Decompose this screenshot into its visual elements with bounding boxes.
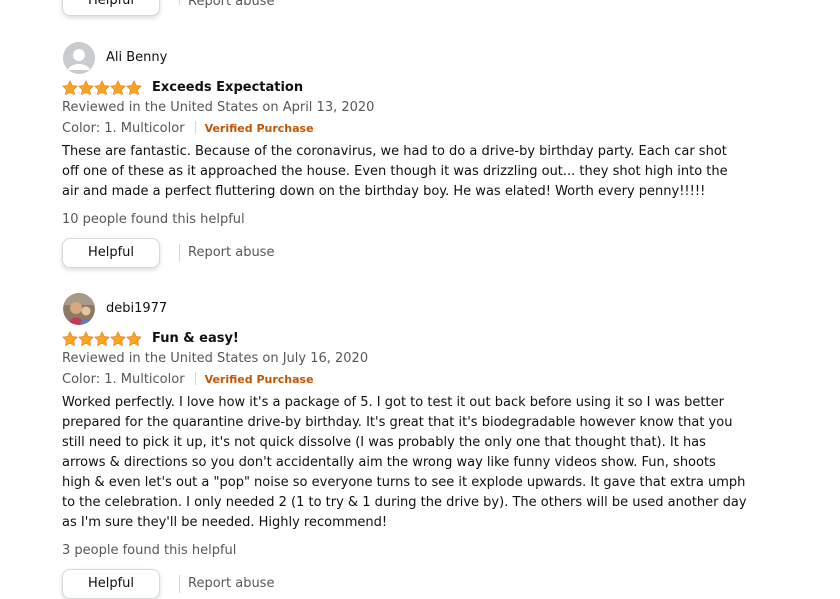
color-variant[interactable]: Color: 1. Multicolor — [62, 121, 185, 136]
verified-purchase-badge: Verified Purchase — [204, 373, 314, 386]
star-icon — [78, 331, 94, 347]
review-date: Reviewed in the United States on April 1… — [62, 100, 375, 115]
helpful-button[interactable]: Helpful — [62, 569, 160, 599]
star-rating[interactable] — [62, 80, 142, 96]
review-date: Reviewed in the United States on July 16… — [62, 351, 369, 366]
star-icon — [78, 80, 94, 96]
review-title[interactable]: Exceeds Expectation — [152, 80, 303, 95]
review-format: Color: 1. Multicolor Verified Purchase — [62, 372, 314, 387]
review-format: Color: 1. Multicolor Verified Purchase — [62, 121, 314, 136]
report-abuse-link[interactable]: Report abuse — [188, 0, 274, 9]
review-body: Worked perfectly. I love how it's a pack… — [62, 395, 747, 530]
star-icon — [62, 80, 78, 96]
helpful-button[interactable]: Helpful — [62, 238, 160, 268]
report-abuse-link[interactable]: Report abuse — [188, 576, 274, 591]
report-abuse-link[interactable]: Report abuse — [188, 245, 274, 260]
star-icon — [110, 331, 126, 347]
review-body: These are fantastic. Because of the coro… — [62, 144, 728, 199]
action-divider — [179, 244, 180, 262]
star-icon — [94, 80, 110, 96]
helpful-count: 3 people found this helpful — [62, 543, 237, 558]
avatar — [63, 293, 95, 325]
helpful-count: 10 people found this helpful — [62, 212, 245, 227]
star-icon — [126, 80, 142, 96]
star-icon — [110, 80, 126, 96]
meta-divider — [194, 372, 196, 385]
star-icon — [62, 331, 78, 347]
star-icon — [126, 331, 142, 347]
star-icon — [94, 331, 110, 347]
action-divider — [179, 0, 180, 5]
color-variant[interactable]: Color: 1. Multicolor — [62, 372, 185, 387]
helpful-button[interactable]: Helpful — [62, 0, 160, 16]
star-rating[interactable] — [62, 331, 142, 347]
reviewer-name[interactable]: Ali Benny — [106, 50, 167, 65]
review-title[interactable]: Fun & easy! — [152, 331, 239, 346]
reviewer-name[interactable]: debi1977 — [106, 301, 167, 316]
meta-divider — [194, 121, 196, 134]
default-avatar-icon — [63, 42, 95, 74]
action-divider — [179, 575, 180, 593]
verified-purchase-badge: Verified Purchase — [204, 122, 314, 135]
